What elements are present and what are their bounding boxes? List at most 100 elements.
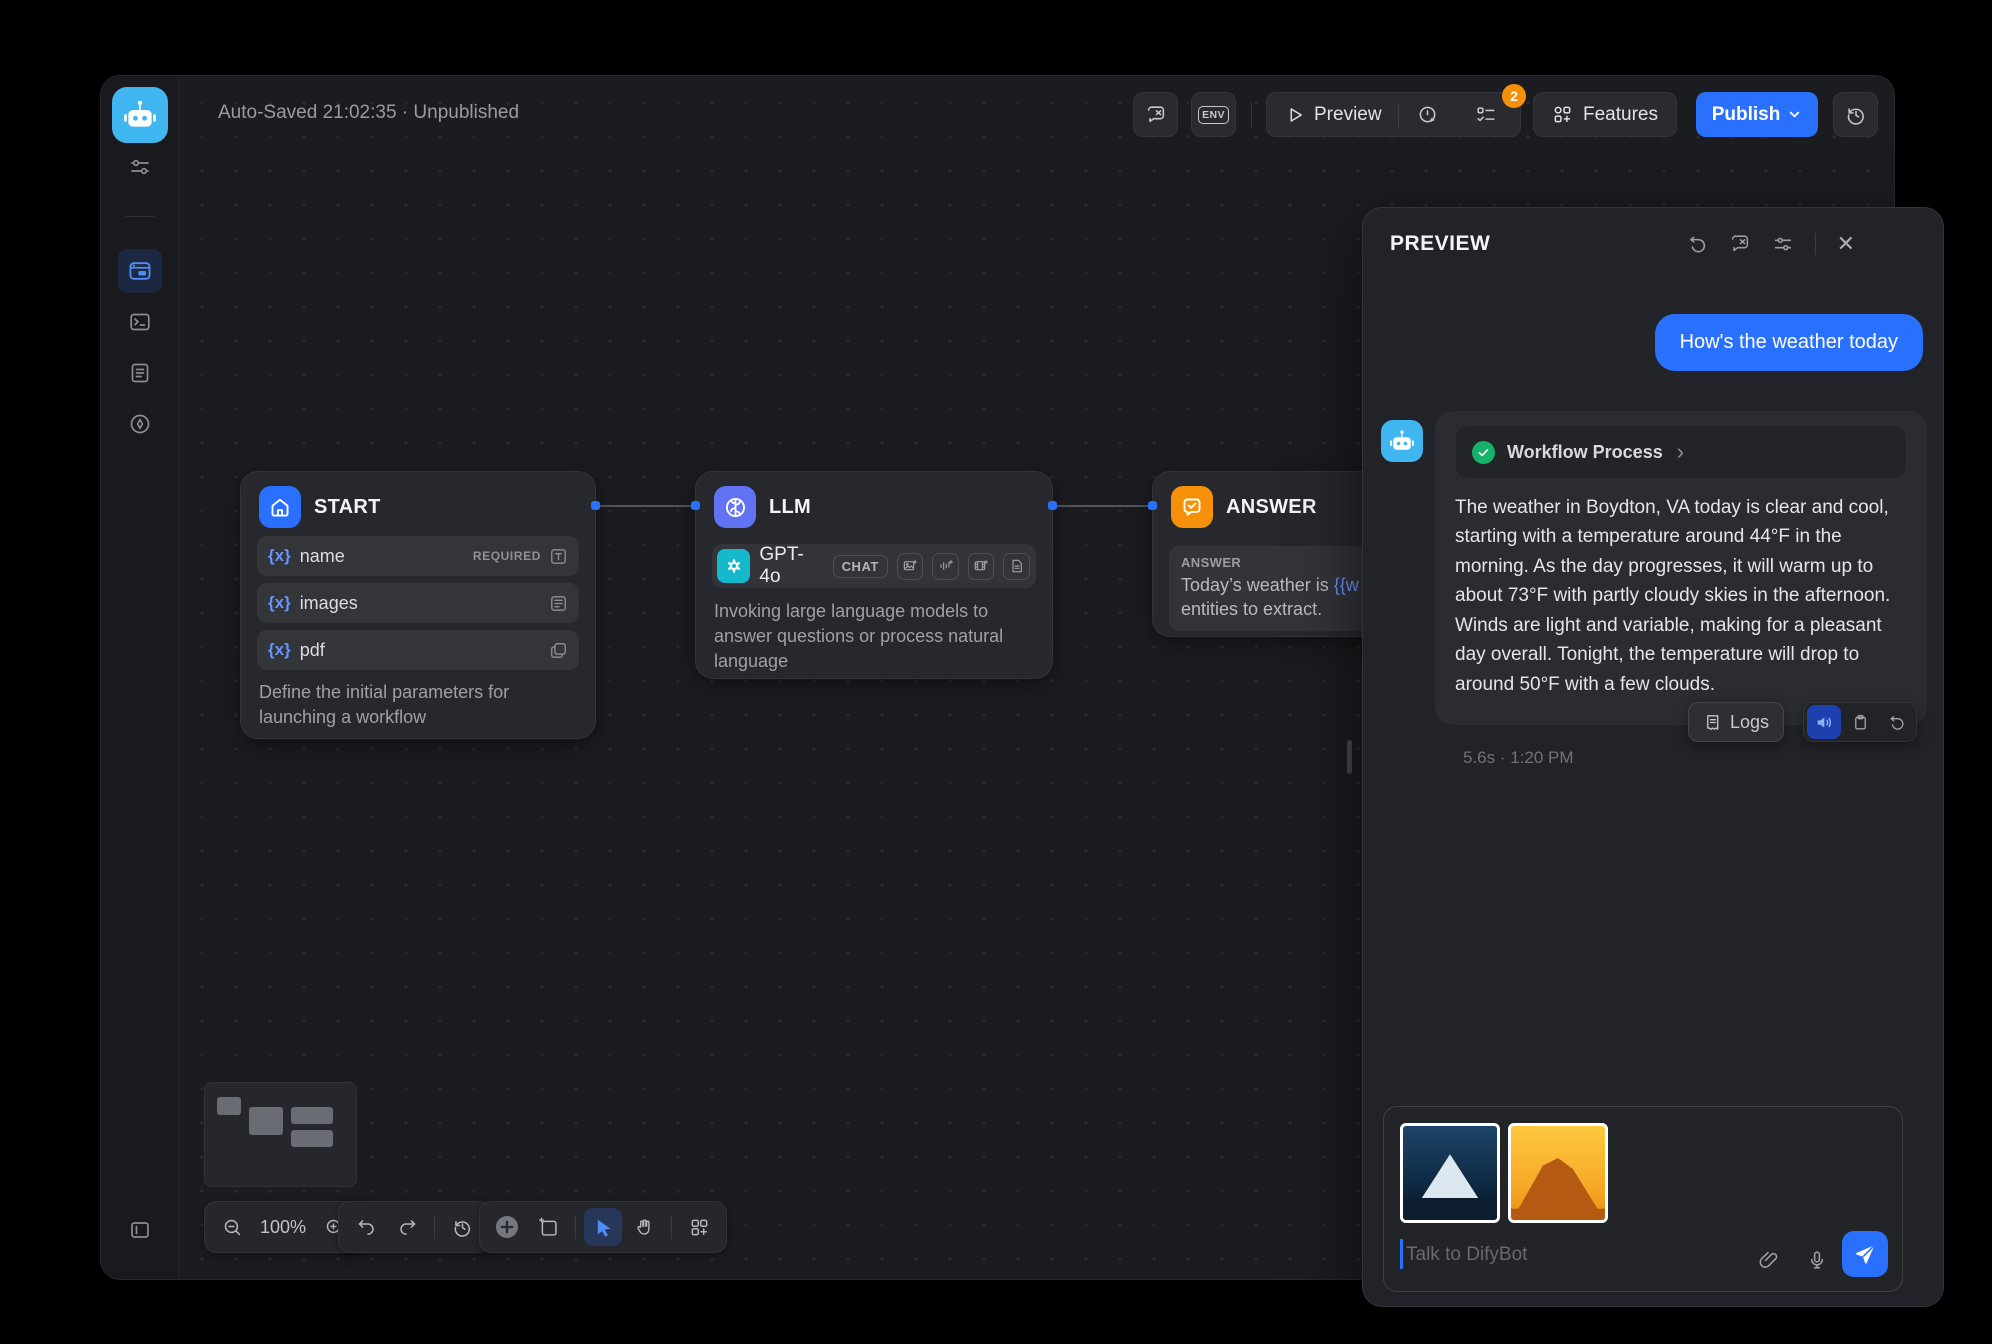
openai-logo-icon [717,549,750,583]
version-history-button[interactable] [1833,92,1878,137]
sidebar-item-monitoring[interactable] [120,404,160,444]
microphone-icon[interactable] [1806,1249,1828,1271]
text-caret [1400,1239,1403,1269]
start-node[interactable]: START {x} name REQUIRED {x} images {x} p [240,471,596,739]
preview-title: PREVIEW [1390,232,1490,256]
undo-button[interactable] [347,1208,385,1246]
env-icon: ENV [1198,106,1229,124]
start-field-pdf[interactable]: {x} pdf [257,630,579,670]
send-button[interactable] [1842,1231,1888,1277]
file-type-icon [549,641,568,660]
annotation-button[interactable] [1133,92,1178,137]
logs-button[interactable]: Logs [1688,702,1784,742]
hand-mode-button[interactable] [625,1208,663,1246]
zoom-out-button[interactable] [213,1208,251,1246]
answer-variable-token: {{w [1334,575,1359,595]
workflow-settings-icon[interactable] [120,147,160,187]
variable-icon: {x} [268,593,291,613]
edge-start-to-llm [596,505,695,507]
header-divider [1815,233,1816,255]
workflow-process-label: Workflow Process [1507,442,1663,463]
preview-panel: PREVIEW ✕ How's the weather today [1362,207,1944,1307]
sidebar-item-api-terminal[interactable] [120,302,160,342]
paragraph-type-icon [549,594,568,613]
llm-node-title: LLM [769,496,811,519]
preview-panel-header: PREVIEW ✕ [1363,208,1943,280]
attachment-paperclip-icon[interactable] [1758,1249,1780,1271]
logs-icon [1703,713,1722,732]
variable-icon: {x} [268,640,291,660]
attached-image-night-mountain[interactable] [1400,1123,1500,1223]
answer-input-handle[interactable] [1148,501,1157,510]
vision-capability-icon [897,553,924,580]
start-field-images[interactable]: {x} images [257,583,579,623]
run-history-timer-button[interactable] [1399,92,1457,137]
document-capability-icon [1003,553,1030,580]
conversation-settings-icon[interactable] [1772,233,1794,255]
llm-model-selector[interactable]: GPT-4o CHAT [712,544,1036,588]
toolbar-divider [575,1215,576,1239]
collapse-sidebar-icon[interactable] [120,1210,160,1250]
features-icon [1552,104,1573,125]
environment-variables-button[interactable]: ENV [1191,92,1236,137]
start-field-name[interactable]: {x} name REQUIRED [257,536,579,576]
close-icon[interactable]: ✕ [1837,233,1855,255]
text-input-type-icon [549,547,568,566]
preview-run-label: Preview [1314,104,1382,126]
logs-label: Logs [1730,712,1769,733]
publish-button[interactable]: Publish [1696,92,1818,137]
annotation-icon[interactable] [1729,233,1751,255]
llm-model-name: GPT-4o [759,544,823,588]
redo-button[interactable] [388,1208,426,1246]
chevron-right-icon: › [1677,441,1684,463]
chat-input-box[interactable] [1383,1106,1903,1292]
start-node-title: START [314,496,381,519]
add-block-button[interactable] [488,1208,526,1246]
chevron-down-icon [1787,107,1802,122]
attached-image-sunset-mountain[interactable] [1508,1123,1608,1223]
canvas-minimap[interactable] [204,1082,357,1187]
run-controls-group: Preview 2 [1266,92,1521,137]
preview-run-button[interactable]: Preview [1267,104,1398,126]
sidebar-item-orchestrate[interactable] [118,249,162,293]
history-controls [338,1201,490,1253]
pointer-mode-button[interactable] [584,1208,622,1246]
llm-node-description: Invoking large language models to answer… [714,599,1034,675]
llm-node[interactable]: LLM GPT-4o CHAT [695,471,1053,679]
panel-resize-handle[interactable] [1347,740,1352,774]
llm-input-handle[interactable] [691,501,700,510]
sidebar-divider [125,216,155,217]
minimap-node [249,1107,283,1135]
features-button[interactable]: Features [1533,92,1677,137]
llm-mode-badge: CHAT [833,555,888,578]
required-tag: REQUIRED [473,549,541,563]
sidebar-item-logs[interactable] [120,353,160,393]
llm-output-handle[interactable] [1048,501,1057,510]
variable-icon: {x} [268,546,291,566]
answer-node-title: ANSWER [1226,496,1317,519]
llm-brain-icon [714,486,756,528]
copy-icon[interactable] [1843,705,1877,739]
toolbar-divider [671,1215,672,1239]
chat-text-input[interactable] [1406,1235,1686,1275]
minimap-node [291,1130,333,1147]
publish-label: Publish [1712,104,1781,126]
top-toolbar: ENV Preview [101,92,1894,137]
answer-bubble-check-icon [1171,486,1213,528]
zoom-level[interactable]: 100% [254,1217,312,1238]
start-output-handle[interactable] [591,501,600,510]
speaker-icon[interactable] [1807,705,1841,739]
minimap-node [291,1107,333,1124]
response-meta: 5.6s · 1:20 PM [1463,748,1574,768]
change-history-button[interactable] [443,1208,481,1246]
restart-conversation-icon[interactable] [1686,233,1708,255]
regenerate-icon[interactable] [1879,705,1913,739]
organize-blocks-button[interactable] [680,1208,718,1246]
video-capability-icon [968,553,995,580]
audio-capability-icon [932,553,959,580]
bot-message-text: The weather in Boydton, VA today is clea… [1455,493,1907,699]
workflow-process-toggle[interactable]: Workflow Process › [1455,425,1907,479]
add-note-button[interactable] [529,1208,567,1246]
sidebar [101,76,179,1279]
user-message-bubble: How's the weather today [1655,314,1923,371]
